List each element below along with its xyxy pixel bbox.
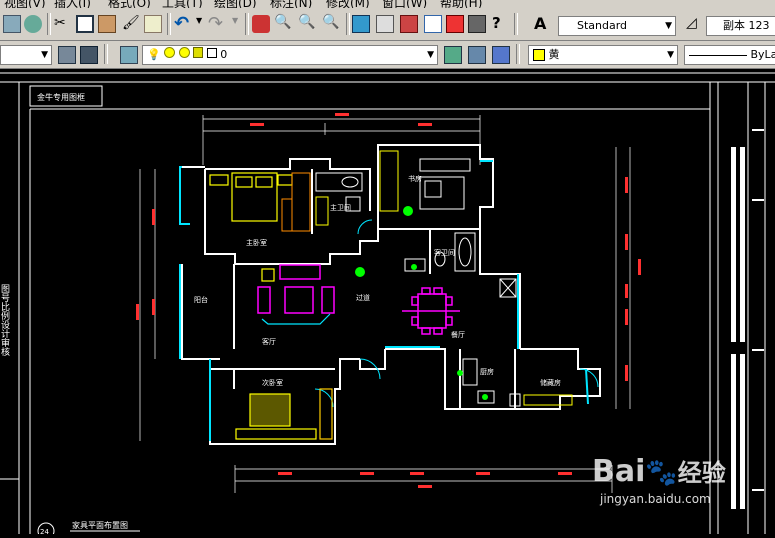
print-icon[interactable]	[3, 15, 21, 33]
sheet-set-icon[interactable]	[424, 15, 442, 33]
match-properties-icon[interactable]: 🖌	[122, 15, 140, 33]
make-layer-current-icon[interactable]	[444, 46, 462, 64]
second-bedroom-furniture	[236, 389, 332, 439]
room-label-living-room: 客厅	[262, 337, 276, 346]
calculator-icon[interactable]	[468, 15, 486, 33]
properties-icon[interactable]	[352, 15, 370, 33]
dim-style-select[interactable]: 副本 123	[706, 16, 775, 36]
dining-table	[402, 288, 460, 334]
walls	[180, 145, 600, 444]
text-style-icon[interactable]: A	[534, 14, 552, 32]
standard-toolbar: ✂ 🖌 ↶ ▼ ↷ ▼ 🔍 🔍 🔍 ? A Standard ▼ ◿ 副本 12…	[0, 8, 775, 41]
menu-view[interactable]: 视图(V)	[4, 0, 46, 8]
room-label-balcony: 阳台	[194, 295, 208, 304]
layer-select[interactable]: 💡 0 ▼	[142, 45, 438, 65]
chevron-down-icon: ▼	[427, 46, 434, 64]
sheet-label: 家具平面布置图	[72, 520, 128, 530]
chevron-down-icon: ▼	[41, 46, 48, 64]
markup-icon[interactable]	[446, 15, 464, 33]
menu-bar: 视图(V) 插入(I) 格式(O) 工具(T) 绘图(D) 标注(N) 修改(M…	[0, 0, 775, 8]
chevron-down-icon: ▼	[665, 17, 672, 35]
menu-draw[interactable]: 绘图(D)	[214, 0, 257, 8]
menu-insert[interactable]: 插入(I)	[54, 0, 91, 8]
workspace-settings-icon[interactable]	[58, 46, 76, 64]
menu-help[interactable]: 帮助(H)	[440, 0, 482, 8]
menu-dimension[interactable]: 标注(N)	[270, 0, 312, 8]
room-label-guest-bath: 客卫间	[434, 248, 455, 257]
redo-icon[interactable]: ↷	[208, 13, 226, 31]
watermark-brand: Bai	[592, 454, 645, 489]
menu-tools[interactable]: 工具(T)	[162, 0, 203, 8]
block-editor-icon[interactable]	[144, 15, 162, 33]
room-label-master-bath: 主卫间	[330, 203, 351, 212]
workspace-select[interactable]: ▼	[0, 45, 52, 65]
help-icon[interactable]: ?	[492, 14, 510, 32]
layer-states-icon[interactable]	[492, 46, 510, 64]
left-vertical-text: 图号比例设计审核	[0, 284, 10, 357]
layer-color-swatch	[207, 48, 217, 58]
frame-title: 金牛专用图框	[37, 92, 85, 102]
zoom-realtime-icon[interactable]: 🔍	[274, 14, 292, 32]
living-room-furniture	[258, 265, 334, 313]
workspace-save-icon[interactable]	[80, 46, 98, 64]
linetype-name: ByLa	[751, 48, 775, 61]
dim-style-icon[interactable]: ◿	[686, 15, 704, 33]
wardrobe	[282, 173, 310, 231]
room-label-second-bedroom: 次卧室	[262, 378, 283, 387]
study-furniture	[380, 151, 470, 211]
zoom-window-icon[interactable]: 🔍	[298, 14, 316, 32]
text-style-select[interactable]: Standard ▼	[558, 16, 676, 36]
layers-toolbar: ▼ 💡 0 ▼ 黄 ▼ ByLa	[0, 41, 775, 69]
watermark-brand2: 经验	[678, 459, 726, 487]
chevron-down-icon: ▼	[667, 46, 674, 64]
text-style-value: Standard	[563, 19, 627, 32]
paw-icon: 🐾	[645, 458, 677, 488]
paste-icon[interactable]	[98, 15, 116, 33]
zoom-previous-icon[interactable]: 🔍	[322, 14, 340, 32]
menu-format[interactable]: 格式(O)	[108, 0, 151, 8]
copy-icon[interactable]	[76, 15, 94, 33]
linetype-select[interactable]: ByLa	[684, 45, 775, 65]
publish-icon[interactable]	[24, 15, 42, 33]
watermark-url: jingyan.baidu.com	[600, 492, 742, 506]
room-label-study: 书房	[408, 174, 422, 183]
color-swatch	[533, 49, 545, 61]
lock-icon	[193, 47, 203, 58]
bulb-icon: 💡	[147, 48, 161, 61]
dimension-lines	[140, 115, 630, 493]
cut-icon[interactable]: ✂	[54, 15, 72, 33]
room-label-dining: 餐厅	[451, 330, 465, 339]
baidu-watermark: Bai🐾经验 jingyan.baidu.com	[592, 455, 742, 525]
sun-icon	[179, 47, 190, 58]
room-label-kitchen: 厨房	[480, 367, 494, 376]
room-label-corridor: 过道	[356, 293, 370, 302]
menu-window[interactable]: 窗口(W)	[382, 0, 427, 8]
sheet-number: 24	[40, 528, 49, 534]
master-bed	[210, 173, 292, 221]
dim-style-value: 副本 123	[711, 19, 770, 32]
layer-name: 0	[220, 48, 227, 61]
linetype-preview	[689, 55, 747, 56]
sun-icon	[164, 47, 175, 58]
menu-modify[interactable]: 修改(M)	[326, 0, 370, 8]
pan-icon[interactable]	[252, 15, 270, 33]
tool-palettes-icon[interactable]	[400, 15, 418, 33]
layer-previous-icon[interactable]	[468, 46, 486, 64]
room-label-master-bedroom: 主卧室	[246, 238, 267, 247]
room-label-storage: 储藏房	[540, 378, 561, 387]
color-name: 黄	[549, 48, 560, 61]
windows	[180, 161, 588, 441]
color-select[interactable]: 黄 ▼	[528, 45, 678, 65]
design-center-icon[interactable]	[376, 15, 394, 33]
undo-icon[interactable]: ↶	[174, 13, 192, 31]
layer-manager-icon[interactable]	[120, 46, 138, 64]
